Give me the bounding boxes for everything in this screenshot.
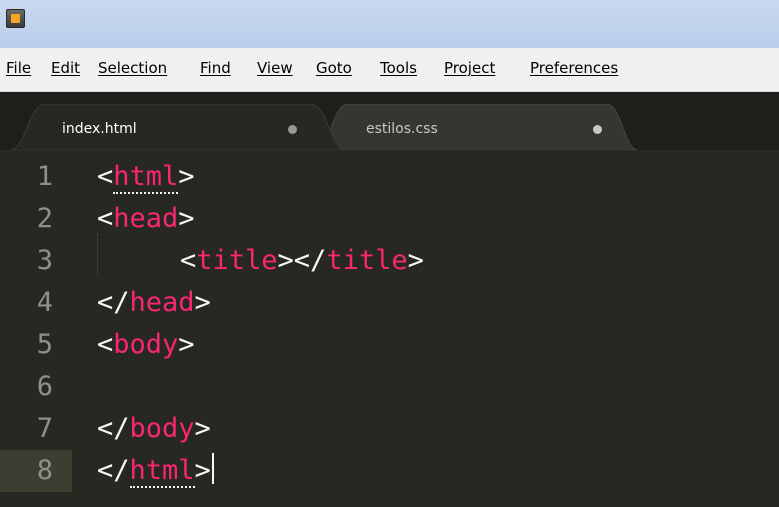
tag-punct: </ bbox=[97, 413, 130, 444]
menu-view[interactable]: View bbox=[257, 59, 293, 77]
tag-name: title bbox=[196, 245, 278, 276]
tag-punct: </ bbox=[97, 287, 130, 318]
tab-label: estilos.css bbox=[366, 121, 438, 137]
tag-name: html bbox=[113, 161, 179, 194]
code-text: </body> bbox=[97, 408, 211, 450]
line-number: 4 bbox=[36, 287, 53, 318]
code-editor[interactable]: 1 <html> 2 <head> 3 <title></title> 4 </… bbox=[0, 150, 779, 507]
code-line: 3 <title></title> bbox=[0, 240, 779, 282]
menu-edit[interactable]: Edit bbox=[51, 59, 80, 77]
tag-punct: < bbox=[97, 329, 114, 360]
tab-estilos-css[interactable]: estilos.css bbox=[316, 104, 656, 150]
text-cursor bbox=[211, 453, 214, 484]
tag-punct: </ bbox=[97, 455, 130, 486]
line-number: 6 bbox=[36, 371, 53, 402]
line-number: 8 bbox=[36, 455, 53, 486]
dirty-dot-icon bbox=[593, 125, 602, 134]
title-bar bbox=[0, 0, 779, 48]
tab-bar: estilos.css index.html bbox=[0, 92, 779, 150]
code-line: 5 <body> bbox=[0, 324, 779, 366]
tag-punct: > bbox=[194, 413, 211, 444]
tag-punct: > bbox=[178, 203, 195, 234]
code-text: <head> bbox=[97, 198, 195, 240]
menu-project[interactable]: Project bbox=[444, 59, 495, 77]
tag-punct: < bbox=[97, 203, 114, 234]
code-line: 1 <html> bbox=[0, 156, 779, 198]
code-line: 7 </body> bbox=[0, 408, 779, 450]
code-text: </head> bbox=[97, 282, 211, 324]
tag-punct: < bbox=[180, 245, 197, 276]
tag-name: title bbox=[326, 245, 408, 276]
tag-punct: > bbox=[178, 161, 195, 192]
line-number: 7 bbox=[36, 413, 53, 444]
menu-file[interactable]: File bbox=[6, 59, 31, 77]
line-number: 3 bbox=[36, 245, 53, 276]
tag-punct: < bbox=[97, 161, 114, 192]
code-line-current: 8 </html> bbox=[0, 450, 779, 492]
tag-punct: > bbox=[194, 455, 211, 486]
tag-punct: > bbox=[178, 329, 195, 360]
tab-label: index.html bbox=[62, 121, 137, 137]
tag-punct: ></ bbox=[277, 245, 327, 276]
tag-name: html bbox=[129, 455, 195, 488]
tab-index-html[interactable]: index.html bbox=[10, 104, 360, 150]
line-number: 1 bbox=[36, 161, 53, 192]
tag-name: head bbox=[129, 287, 195, 318]
menu-bar: File Edit Selection Find View Goto Tools… bbox=[0, 48, 779, 92]
menu-selection[interactable]: Selection bbox=[98, 59, 167, 77]
code-text: <html> bbox=[97, 156, 195, 198]
code-line: 6 bbox=[0, 366, 779, 408]
tag-punct: > bbox=[407, 245, 424, 276]
line-number: 2 bbox=[36, 203, 53, 234]
sublime-text-icon[interactable] bbox=[6, 9, 25, 28]
code-line: 4 </head> bbox=[0, 282, 779, 324]
code-text: <title></title> bbox=[180, 240, 424, 282]
tag-name: head bbox=[113, 203, 179, 234]
tag-punct: > bbox=[194, 287, 211, 318]
line-number: 5 bbox=[36, 329, 53, 360]
code-line: 2 <head> bbox=[0, 198, 779, 240]
code-text: <body> bbox=[97, 324, 195, 366]
menu-goto[interactable]: Goto bbox=[316, 59, 352, 77]
menu-find[interactable]: Find bbox=[200, 59, 231, 77]
tag-name: body bbox=[129, 413, 195, 444]
tag-name: body bbox=[113, 329, 179, 360]
menu-preferences[interactable]: Preferences bbox=[530, 59, 618, 77]
code-text: </html> bbox=[97, 450, 214, 492]
dirty-dot-icon bbox=[288, 125, 297, 134]
menu-tools[interactable]: Tools bbox=[380, 59, 417, 77]
